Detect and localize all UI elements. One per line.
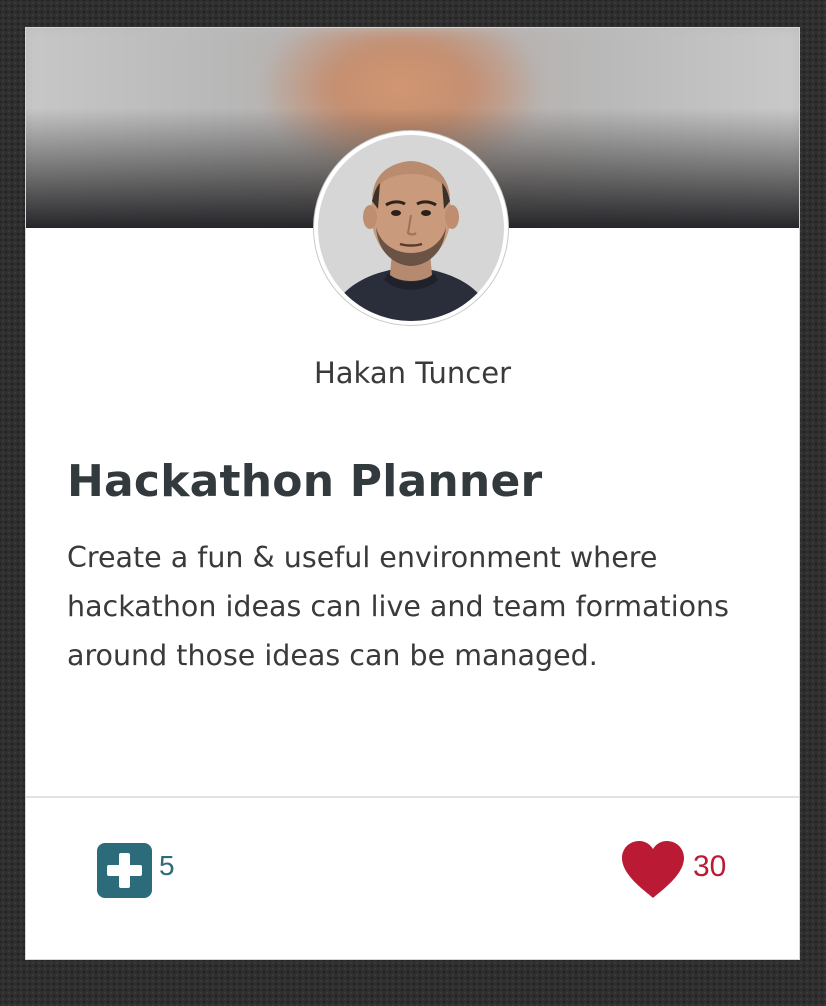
plus-square-icon[interactable] — [97, 843, 152, 898]
idea-title[interactable]: Hackathon Planner — [67, 456, 542, 507]
heart-icon[interactable] — [620, 840, 686, 900]
join-count: 5 — [159, 850, 175, 881]
avatar[interactable] — [313, 130, 509, 326]
idea-description: Create a fun & useful environment where … — [67, 541, 729, 672]
idea-card: Hakan Tuncer Hackathon Planner Create a … — [25, 27, 800, 960]
like-count: 30 — [693, 850, 727, 883]
avatar-photo — [318, 135, 504, 321]
footer-divider — [26, 796, 799, 798]
author-name: Hakan Tuncer — [313, 356, 511, 390]
